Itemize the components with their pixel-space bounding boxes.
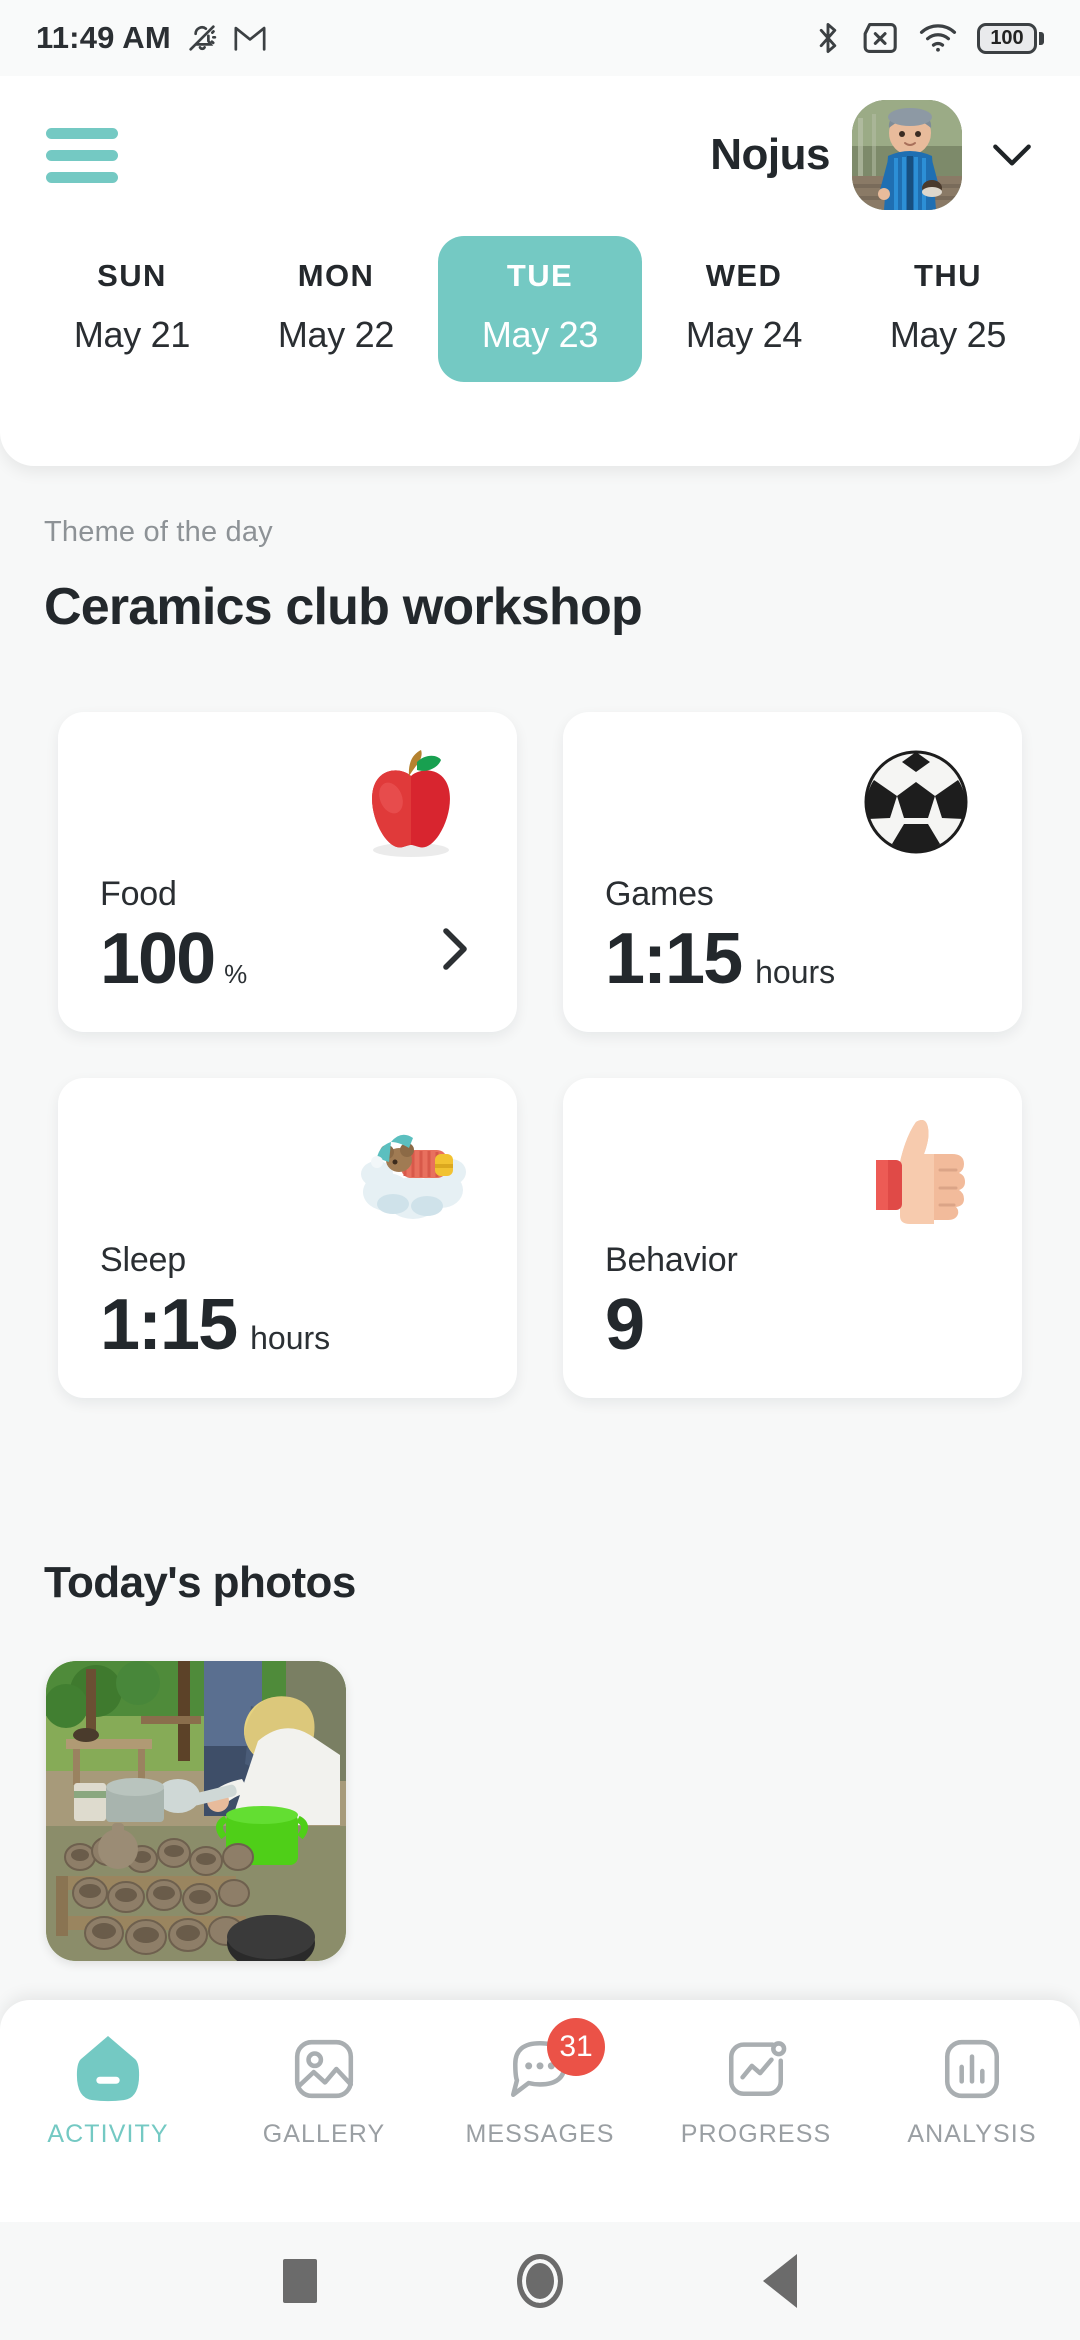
day-of-week: SUN <box>97 258 167 293</box>
status-bar-right: 100 <box>815 21 1044 55</box>
soccer-ball-emoji <box>864 750 968 854</box>
day-date: May 25 <box>889 314 1007 355</box>
gallery-image-icon <box>287 2032 361 2106</box>
theme-title: Ceramics club workshop <box>44 578 643 636</box>
sleeping-bed-emoji <box>361 1134 466 1219</box>
day-chip-2-selected[interactable]: TUE May 23 <box>438 236 642 382</box>
messages-chat-icon: 31 <box>503 2018 605 2106</box>
nav-item-analysis[interactable]: ANALYSIS <box>864 2032 1080 2149</box>
stat-card-behavior[interactable]: Behavior 9 <box>563 1078 1022 1398</box>
nav-label: ACTIVITY <box>47 2120 169 2148</box>
stat-value: 100 <box>100 919 216 1000</box>
day-chip-0[interactable]: SUN May 21 <box>30 236 234 382</box>
recents-square-icon <box>283 2259 317 2303</box>
stat-value-row: 100 % <box>100 922 475 998</box>
gmail-icon <box>234 26 266 51</box>
day-of-week: MON <box>297 258 375 293</box>
stat-label: Sleep <box>100 1241 186 1280</box>
day-chip-3[interactable]: WED May 24 <box>642 236 846 382</box>
avatar-image <box>852 100 962 210</box>
stat-cards-grid: Food 100 % Games 1:15 hours Sleep 1:15 h… <box>0 712 1080 1398</box>
day-chip-1[interactable]: MON May 22 <box>234 236 438 382</box>
stat-value-row: 9 <box>605 1288 980 1364</box>
day-chip-4[interactable]: THU May 25 <box>846 236 1050 382</box>
nav-label: MESSAGES <box>465 2120 615 2148</box>
status-bar: 11:49 AM 100 <box>0 0 1080 76</box>
chevron-down-icon[interactable] <box>990 133 1034 177</box>
stat-label: Games <box>605 875 714 914</box>
stat-label: Behavior <box>605 1241 738 1280</box>
stat-card-games[interactable]: Games 1:15 hours <box>563 712 1022 1032</box>
nav-label: GALLERY <box>262 2120 386 2148</box>
nav-item-activity[interactable]: ACTIVITY <box>0 2032 216 2149</box>
home-circle-icon <box>517 2254 563 2308</box>
nav-item-gallery[interactable]: GALLERY <box>216 2032 432 2149</box>
stat-label: Food <box>100 875 177 914</box>
stat-unit: % <box>224 959 248 990</box>
apple-emoji <box>372 750 450 857</box>
day-date: May 21 <box>73 314 191 355</box>
wifi-icon <box>919 24 957 52</box>
stat-unit: hours <box>250 1320 331 1357</box>
status-bar-left: 11:49 AM <box>36 20 267 56</box>
stat-card-sleep[interactable]: Sleep 1:15 hours <box>58 1078 517 1398</box>
stat-unit: hours <box>755 954 836 991</box>
header-bar: Nojus <box>0 90 1080 220</box>
home-button[interactable] <box>420 2254 660 2308</box>
stat-value: 1:15 <box>100 1285 238 1366</box>
android-navigation-bar <box>0 2222 1080 2340</box>
nav-label: ANALYSIS <box>907 2120 1037 2148</box>
theme-label: Theme of the day <box>44 516 273 548</box>
battery-indicator: 100 <box>977 22 1044 54</box>
activity-shield-icon <box>71 2032 145 2106</box>
day-of-week: THU <box>914 258 982 293</box>
day-of-week: TUE <box>506 258 574 293</box>
bottom-navigation: ACTIVITY GALLERY 31 MESSAGES PROGRESS AN… <box>0 2000 1080 2222</box>
stat-value: 9 <box>605 1285 645 1366</box>
sim-missing-icon <box>863 22 897 54</box>
stat-value: 1:15 <box>605 919 743 1000</box>
notifications-silenced-icon <box>189 25 217 51</box>
nav-label: PROGRESS <box>680 2120 832 2148</box>
nav-item-progress[interactable]: PROGRESS <box>648 2032 864 2149</box>
theme-of-day-section: Theme of the day Ceramics club workshop <box>44 516 1044 637</box>
app-screen: 11:49 AM 100 Nojus SUN May 21 MON May 22… <box>0 0 1080 2340</box>
back-button[interactable] <box>660 2254 900 2308</box>
chevron-right-icon[interactable] <box>441 927 469 976</box>
bluetooth-icon <box>819 22 837 54</box>
day-date: May 23 <box>481 314 599 355</box>
battery-level: 100 <box>990 27 1024 49</box>
recents-button[interactable] <box>180 2259 420 2303</box>
day-date: May 22 <box>277 314 395 355</box>
child-name: Nojus <box>710 130 830 179</box>
day-of-week: WED <box>705 258 783 293</box>
ceramics-workshop-photo <box>46 1661 346 1961</box>
stat-value-row: 1:15 hours <box>100 1288 475 1364</box>
hamburger-menu-icon[interactable] <box>46 127 118 183</box>
day-date: May 24 <box>685 314 803 355</box>
status-bar-clock: 11:49 AM <box>36 20 171 55</box>
nav-item-messages[interactable]: 31 MESSAGES <box>432 2018 648 2149</box>
todays-photos-title: Today's photos <box>44 1558 356 1607</box>
stat-card-food[interactable]: Food 100 % <box>58 712 517 1032</box>
photo-thumbnail[interactable] <box>46 1661 346 1961</box>
progress-trend-icon <box>719 2032 793 2106</box>
thumbs-up-emoji <box>876 1120 965 1224</box>
avatar[interactable] <box>852 100 962 210</box>
messages-badge: 31 <box>547 2018 605 2076</box>
date-selector: SUN May 21 MON May 22 TUE May 23 WED May… <box>0 236 1080 426</box>
stat-value-row: 1:15 hours <box>605 922 980 998</box>
analysis-bars-icon <box>935 2032 1009 2106</box>
back-triangle-icon <box>763 2254 797 2308</box>
